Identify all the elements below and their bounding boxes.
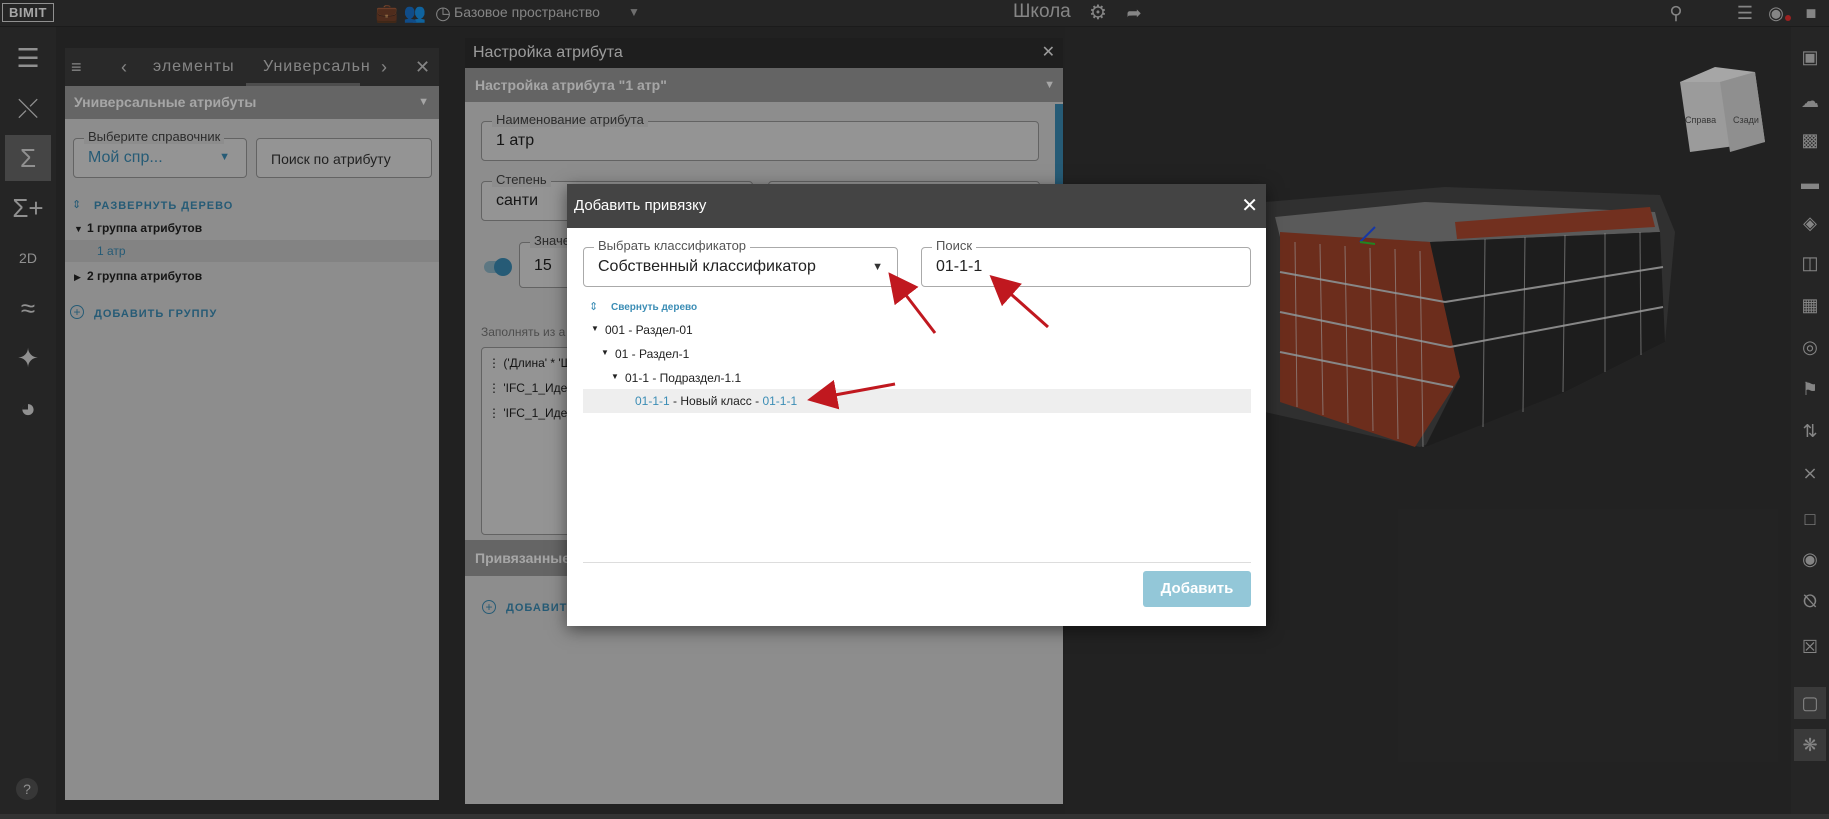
arrow-to-classifier-select	[888, 272, 937, 334]
annotation-arrows	[807, 272, 1049, 410]
arrow-to-class-node	[807, 379, 896, 410]
arrow-to-search-input	[989, 275, 1049, 329]
